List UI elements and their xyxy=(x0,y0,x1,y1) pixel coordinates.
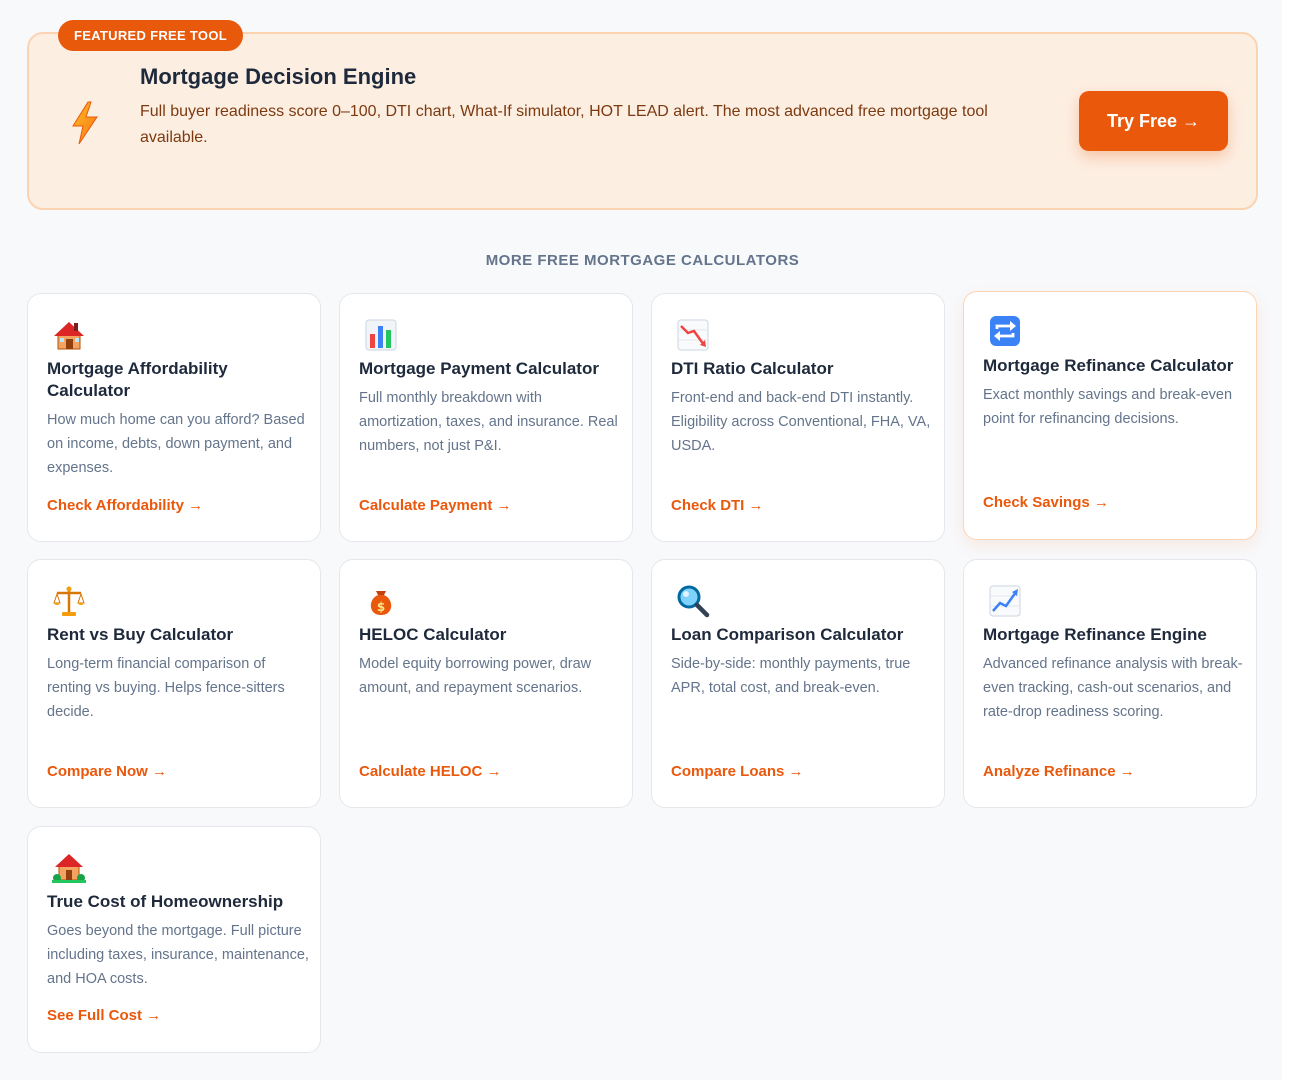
card-link[interactable]: Calculate HELOC → xyxy=(359,763,502,780)
balance-scale-icon xyxy=(52,584,86,618)
card-description: Goes beyond the mortgage. Full picture i… xyxy=(47,923,309,987)
card-description: Full monthly breakdown with amortization… xyxy=(359,390,618,454)
featured-description: Full buyer readiness score 0–100, DTI ch… xyxy=(140,103,988,146)
card-title: True Cost of Homeownership xyxy=(47,892,284,911)
card-title: Loan Comparison Calculator xyxy=(671,625,904,644)
card-title: Mortgage Refinance Calculator xyxy=(983,356,1234,375)
featured-title: Mortgage Decision Engine xyxy=(140,64,417,89)
card-refinance[interactable]: Mortgage Refinance Calculator Exact mont… xyxy=(963,291,1257,540)
card-title: Mortgage Affordability Calculator xyxy=(47,359,228,400)
card-refinance-engine[interactable]: Mortgage Refinance Engine Advanced refin… xyxy=(963,559,1257,808)
card-title: DTI Ratio Calculator xyxy=(671,359,834,378)
try-free-button[interactable]: Try Free → xyxy=(1079,91,1228,151)
card-description: Front-end and back-end DTI instantly. El… xyxy=(671,390,931,454)
card-dti[interactable]: DTI Ratio Calculator Front-end and back-… xyxy=(651,293,945,542)
card-link[interactable]: Compare Loans → xyxy=(671,763,804,780)
svg-text:$: $ xyxy=(377,600,385,614)
card-link[interactable]: Check Savings → xyxy=(983,494,1109,511)
card-title: Mortgage Refinance Engine xyxy=(983,625,1207,644)
card-affordability[interactable]: Mortgage Affordability Calculator How mu… xyxy=(27,293,321,542)
card-title: HELOC Calculator xyxy=(359,625,507,644)
featured-badge: FEATURED FREE TOOL xyxy=(58,20,243,51)
chart-increasing-icon xyxy=(988,584,1022,618)
lightning-icon xyxy=(70,101,100,145)
card-description: How much home can you afford? Based on i… xyxy=(47,412,305,476)
card-loan-comparison[interactable]: Loan Comparison Calculator Side-by-side:… xyxy=(651,559,945,808)
card-payment[interactable]: Mortgage Payment Calculator Full monthly… xyxy=(339,293,633,542)
card-link[interactable]: Check Affordability → xyxy=(47,497,203,514)
card-link[interactable]: Compare Now → xyxy=(47,763,167,780)
card-description: Advanced refinance analysis with break-e… xyxy=(983,656,1243,720)
card-title: Mortgage Payment Calculator xyxy=(359,359,599,378)
page-background: FEATURED FREE TOOL Mortgage Decision Eng… xyxy=(0,0,1282,1080)
card-link[interactable]: Analyze Refinance → xyxy=(983,763,1135,780)
card-link[interactable]: See Full Cost → xyxy=(47,1007,161,1024)
card-link[interactable]: Calculate Payment → xyxy=(359,497,512,514)
house-icon xyxy=(52,318,86,352)
house-garden-icon xyxy=(52,851,86,885)
card-description: Side-by-side: monthly payments, true APR… xyxy=(671,656,911,696)
money-bag-icon: $ xyxy=(364,584,398,618)
magnifier-icon xyxy=(676,584,710,618)
card-description: Long-term financial comparison of rentin… xyxy=(47,656,285,720)
card-title: Rent vs Buy Calculator xyxy=(47,625,234,644)
card-description: Exact monthly savings and break-even poi… xyxy=(983,387,1233,427)
chart-decreasing-icon xyxy=(676,318,710,352)
section-heading: MORE FREE MORTGAGE CALCULATORS xyxy=(485,252,800,269)
card-rent-vs-buy[interactable]: Rent vs Buy Calculator Long-term financi… xyxy=(27,559,321,808)
bar-chart-icon xyxy=(364,318,398,352)
card-description: Model equity borrowing power, draw amoun… xyxy=(359,656,592,696)
card-true-cost[interactable]: True Cost of Homeownership Goes beyond t… xyxy=(27,826,321,1053)
repeat-arrows-icon xyxy=(988,314,1022,348)
card-link[interactable]: Check DTI → xyxy=(671,497,764,514)
card-heloc[interactable]: $ HELOC Calculator Model equity borrowin… xyxy=(339,559,633,808)
